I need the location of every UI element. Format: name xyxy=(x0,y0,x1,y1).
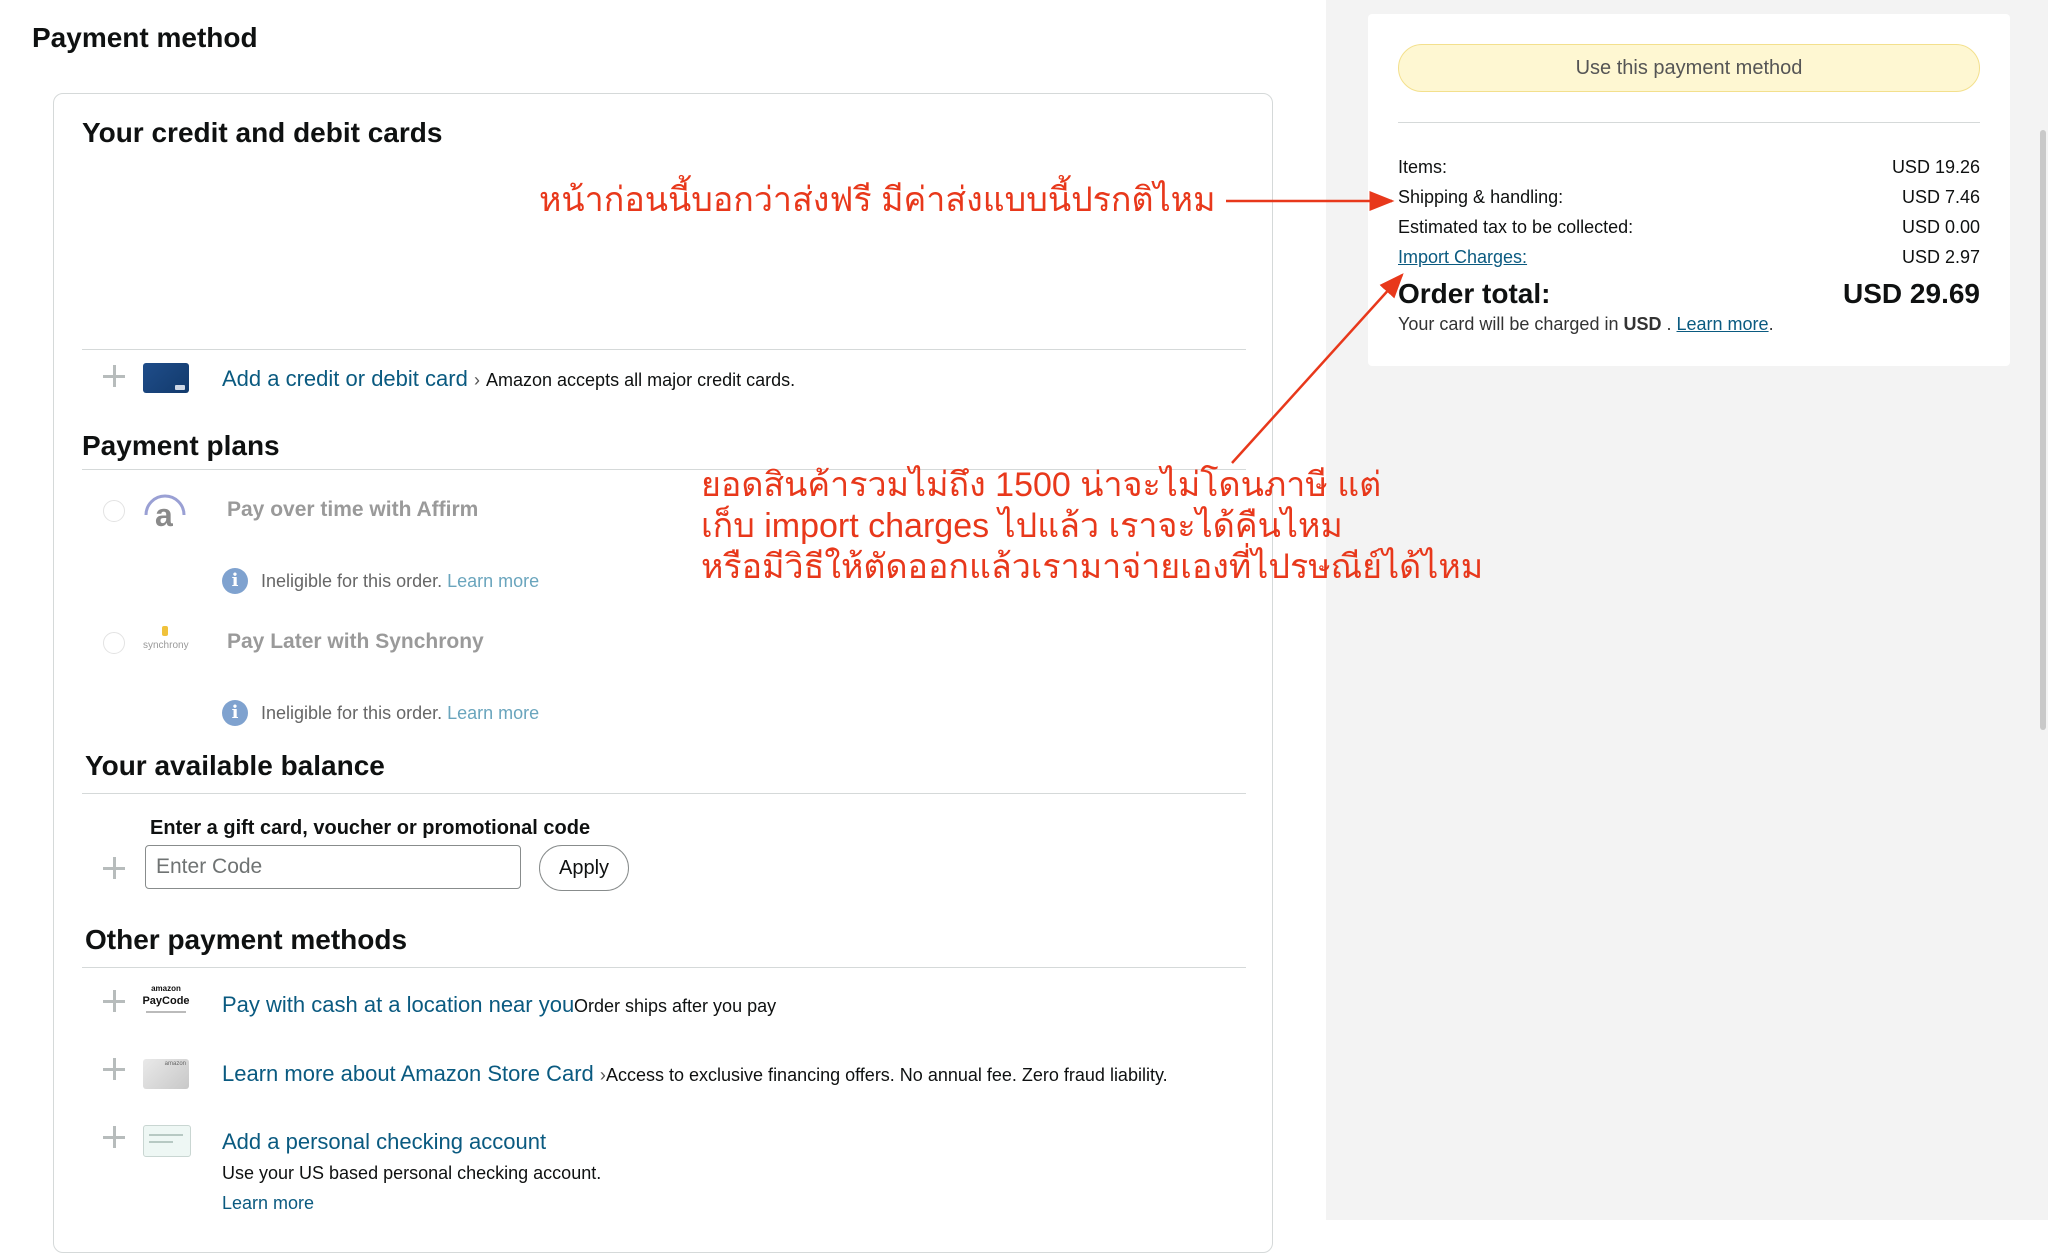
scrollbar[interactable] xyxy=(2040,130,2046,730)
import-charges-arrow xyxy=(1231,273,1404,464)
annotation-arrows xyxy=(1226,191,1404,464)
